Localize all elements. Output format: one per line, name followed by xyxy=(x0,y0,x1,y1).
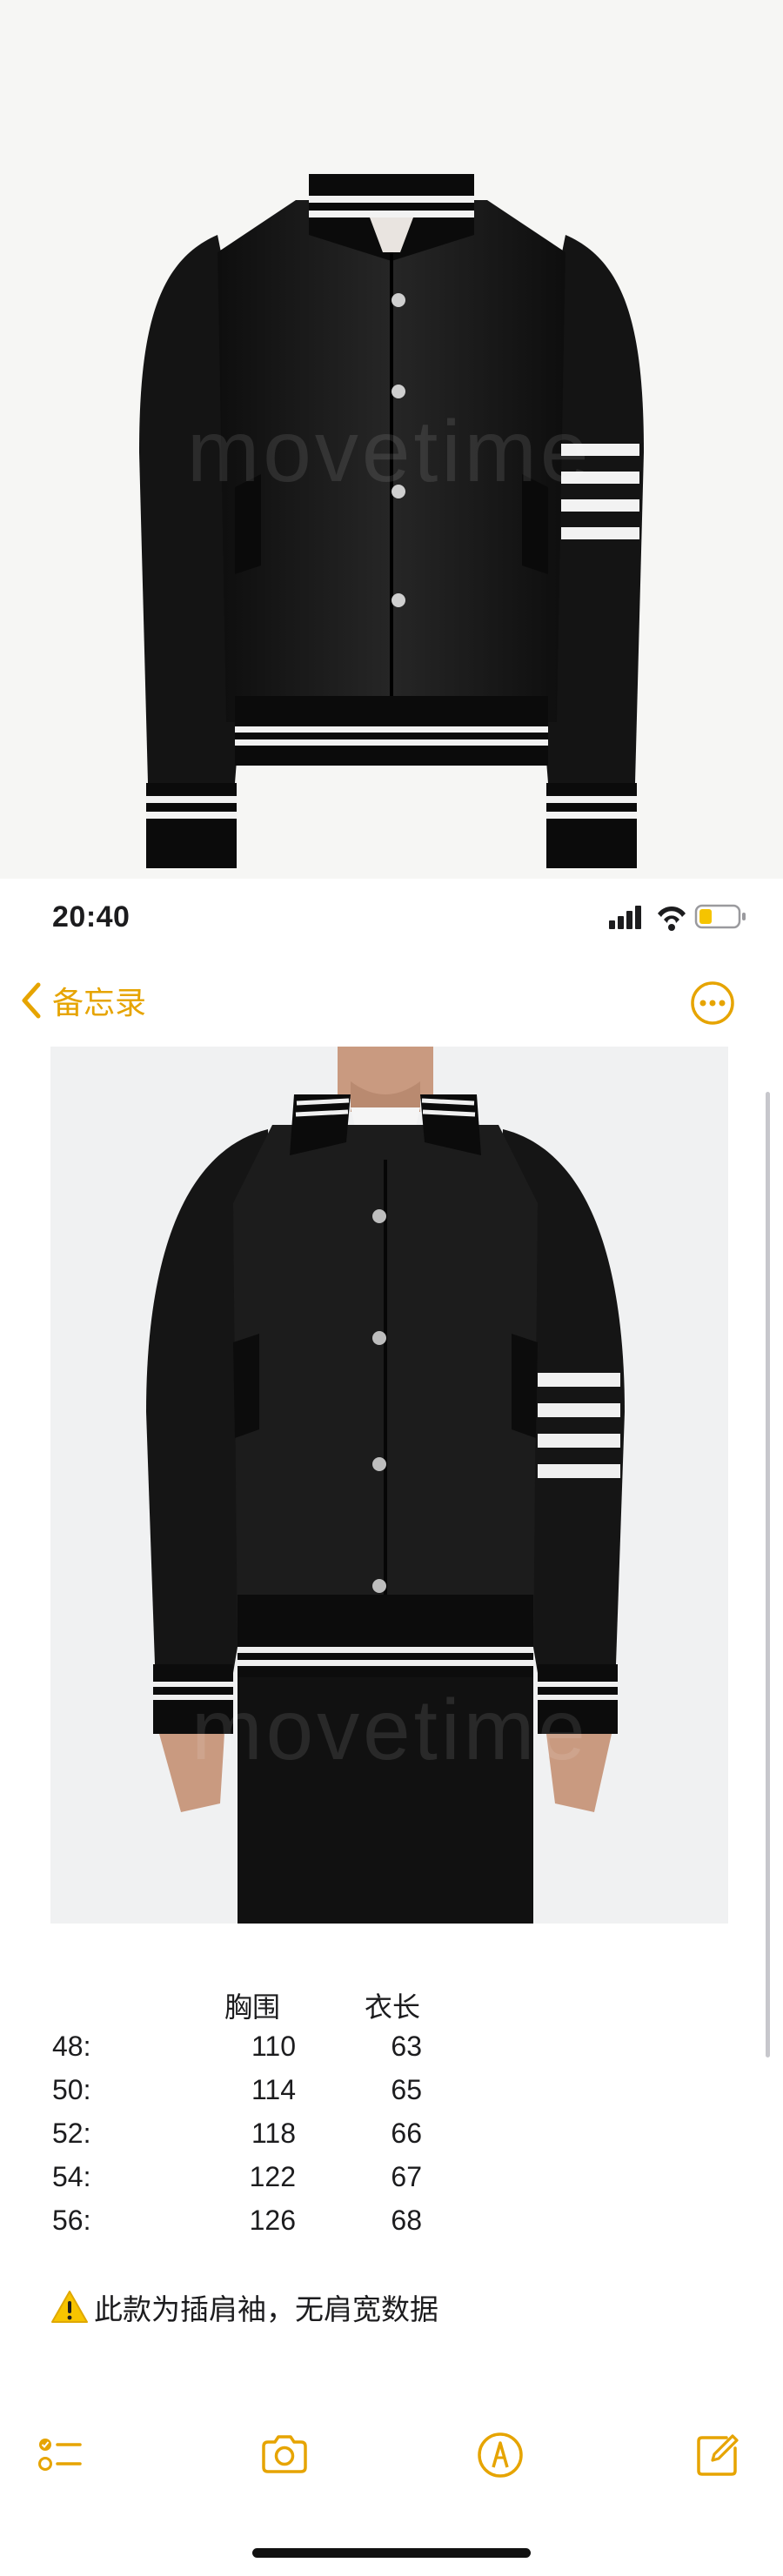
row-chest: 110 xyxy=(251,2031,296,2062)
markup-icon xyxy=(478,2432,523,2478)
row-chest: 118 xyxy=(251,2118,296,2149)
back-label: 备忘录 xyxy=(52,985,147,1020)
model-wearing-jacket-illustration xyxy=(146,1047,625,1924)
more-options-button[interactable] xyxy=(690,980,735,1026)
checklist-icon xyxy=(38,2439,82,2471)
header-chest: 胸围 xyxy=(224,1991,281,2023)
row-length: 67 xyxy=(391,2161,422,2192)
product-photo-top: movetime xyxy=(0,0,783,879)
scrollbar[interactable] xyxy=(766,1092,770,2057)
row-size: 54: xyxy=(52,2161,91,2192)
watermark-text: movetime xyxy=(191,1682,589,1777)
compose-button[interactable] xyxy=(692,2429,744,2481)
battery-icon xyxy=(694,904,746,929)
header-length: 衣长 xyxy=(365,1991,421,2023)
watermark-text: movetime xyxy=(187,403,592,500)
row-chest: 122 xyxy=(249,2161,296,2192)
product-photo-model[interactable]: movetime xyxy=(50,1047,728,1924)
camera-button[interactable] xyxy=(258,2429,311,2481)
camera-icon xyxy=(262,2435,307,2473)
row-length: 65 xyxy=(391,2074,422,2105)
wifi-icon xyxy=(658,907,686,931)
status-time: 20:40 xyxy=(52,900,130,933)
checklist-button[interactable] xyxy=(35,2429,87,2481)
home-indicator[interactable] xyxy=(252,2548,531,2558)
row-chest: 126 xyxy=(249,2205,296,2236)
ellipsis-circle-icon xyxy=(691,981,734,1025)
warning-icon xyxy=(51,2291,88,2323)
row-size: 50: xyxy=(52,2074,91,2105)
row-length: 68 xyxy=(391,2205,422,2236)
back-button[interactable]: 备忘录 xyxy=(19,974,146,1027)
status-icons xyxy=(609,903,748,931)
row-size: 56: xyxy=(52,2205,91,2236)
row-size: 52: xyxy=(52,2118,91,2149)
warning-text: 此款为插肩袖，无肩宽数据 xyxy=(94,2293,438,2325)
signal-icon xyxy=(609,906,641,929)
row-chest: 114 xyxy=(251,2074,296,2105)
row-size: 48: xyxy=(52,2031,91,2062)
row-length: 63 xyxy=(391,2031,422,2062)
warning-note: 此款为插肩袖，无肩宽数据 xyxy=(50,2286,438,2328)
markup-button[interactable] xyxy=(474,2429,526,2481)
compose-icon xyxy=(697,2434,739,2476)
chevron-left-icon xyxy=(22,982,41,1019)
row-length: 66 xyxy=(391,2118,422,2149)
